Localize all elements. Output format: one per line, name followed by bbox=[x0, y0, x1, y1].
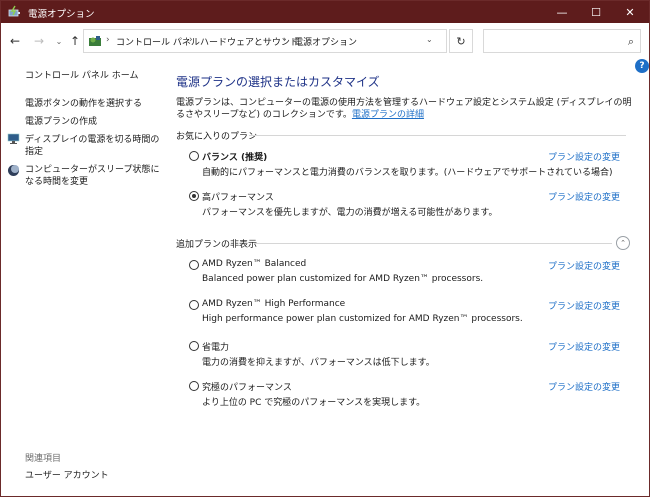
plan-description: 電力の消費を抑えますが、パフォーマンスは低下します。 bbox=[202, 358, 435, 368]
navigation-bar: ← → ⌄ ↑ › コントロール パネル › ハードウェアとサウンド › 電源オ… bbox=[1, 23, 649, 59]
sidebar-item-sleep-time[interactable]: コンピューターがスリープ状態になる時間を変更 bbox=[25, 164, 163, 188]
search-input[interactable]: ⌕ bbox=[483, 29, 641, 53]
breadcrumb-power-options[interactable]: 電源オプション bbox=[294, 35, 357, 48]
plan-description: 自動的にパフォーマンスと電力消費のバランスを取ります。(ハードウェアでサポートさ… bbox=[202, 168, 613, 178]
power-options-app-icon bbox=[8, 5, 20, 17]
left-task-pane: コントロール パネル ホーム 電源ボタンの動作を選択する 電源プランの作成 ディ… bbox=[1, 59, 166, 496]
plan-power-saver[interactable]: 省電力 電力の消費を抑えますが、パフォーマンスは低下します。 プラン設定の変更 bbox=[189, 340, 629, 374]
address-bar[interactable]: › コントロール パネル › ハードウェアとサウンド › 電源オプション ⌄ bbox=[83, 29, 447, 53]
minimize-button[interactable]: — bbox=[545, 1, 579, 23]
description: 電源プランは、コンピューターの電源の使用方法を管理するハードウェア設定とシステム… bbox=[176, 97, 636, 121]
main-content: 電源プランの選択またはカスタマイズ 電源プランは、コンピューターの電源の使用方法… bbox=[166, 59, 633, 496]
window-title: 電源オプション bbox=[28, 9, 95, 20]
minimize-icon: — bbox=[556, 5, 568, 19]
hidden-plans-divider bbox=[254, 243, 612, 244]
sidebar-item-control-panel-home[interactable]: コントロール パネル ホーム bbox=[25, 70, 138, 82]
maximize-icon: ☐ bbox=[591, 5, 601, 19]
radio-high-performance[interactable] bbox=[189, 191, 199, 201]
change-plan-link[interactable]: プラン設定の変更 bbox=[548, 380, 620, 393]
favorites-divider bbox=[249, 135, 626, 136]
up-arrow-icon: ↑ bbox=[69, 34, 81, 48]
change-plan-link[interactable]: プラン設定の変更 bbox=[548, 190, 620, 203]
plan-description: より上位の PC で究極のパフォーマンスを実現します。 bbox=[202, 398, 426, 408]
plan-amd-high-performance[interactable]: AMD Ryzen™ High Performance High perform… bbox=[189, 299, 629, 333]
breadcrumb-separator: › bbox=[106, 35, 110, 45]
related-label: 関連項目 bbox=[25, 454, 62, 464]
maximize-button[interactable]: ☐ bbox=[579, 1, 613, 23]
radio-amd-balanced[interactable] bbox=[189, 260, 199, 270]
breadcrumb-separator[interactable]: › bbox=[189, 35, 193, 45]
sidebar-item-display-off[interactable]: ディスプレイの電源を切る時間の指定 bbox=[25, 134, 163, 158]
change-plan-link[interactable]: プラン設定の変更 bbox=[548, 259, 620, 272]
radio-amd-high-performance[interactable] bbox=[189, 300, 199, 310]
collapse-chevron-icon[interactable]: ⌃ bbox=[616, 236, 630, 250]
change-plan-link[interactable]: プラン設定の変更 bbox=[548, 340, 620, 353]
refresh-icon: ↻ bbox=[456, 34, 466, 48]
radio-ultimate-performance[interactable] bbox=[189, 381, 199, 391]
page-title: 電源プランの選択またはカスタマイズ bbox=[176, 75, 380, 89]
close-icon: ✕ bbox=[625, 5, 635, 19]
address-dropdown-icon[interactable]: ⌄ bbox=[426, 35, 433, 44]
plan-amd-balanced[interactable]: AMD Ryzen™ Balanced Balanced power plan … bbox=[189, 259, 629, 293]
radio-power-saver[interactable] bbox=[189, 341, 199, 351]
sidebar-item-user-accounts[interactable]: ユーザー アカウント bbox=[25, 470, 109, 482]
hidden-plans-label: 追加プランの非表示 bbox=[176, 240, 258, 250]
radio-balanced[interactable] bbox=[189, 151, 199, 161]
forward-button[interactable]: → bbox=[31, 33, 47, 49]
plan-name: AMD Ryzen™ Balanced bbox=[202, 259, 307, 269]
plan-ultimate-performance[interactable]: 究極のパフォーマンス より上位の PC で究極のパフォーマンスを実現します。 プ… bbox=[189, 380, 629, 414]
forward-arrow-icon: → bbox=[33, 34, 45, 48]
sidebar-item-choose-power-button[interactable]: 電源ボタンの動作を選択する bbox=[25, 98, 142, 110]
search-icon: ⌕ bbox=[627, 35, 634, 48]
recent-locations-button[interactable]: ⌄ bbox=[51, 33, 67, 49]
sidebar-item-create-plan[interactable]: 電源プランの作成 bbox=[25, 116, 97, 128]
refresh-button[interactable]: ↻ bbox=[449, 29, 473, 53]
back-arrow-icon: ← bbox=[9, 34, 21, 48]
plan-details-link[interactable]: 電源プランの詳細 bbox=[352, 110, 424, 120]
back-button[interactable]: ← bbox=[7, 33, 23, 49]
plan-high-performance[interactable]: 高パフォーマンス パフォーマンスを優先しますが、電力の消費が増える可能性がありま… bbox=[189, 190, 629, 224]
change-plan-link[interactable]: プラン設定の変更 bbox=[548, 299, 620, 312]
plan-name: バランス (推奨) bbox=[202, 153, 268, 163]
close-button[interactable]: ✕ bbox=[613, 1, 647, 23]
display-power-icon bbox=[7, 133, 20, 144]
sleep-moon-icon bbox=[8, 165, 19, 176]
favorites-label: お気に入りのプラン bbox=[176, 132, 258, 142]
plan-name: 高パフォーマンス bbox=[202, 193, 274, 203]
up-button[interactable]: ↑ bbox=[67, 33, 83, 49]
plan-description: High performance power plan customized f… bbox=[202, 314, 523, 324]
help-icon[interactable]: ? bbox=[635, 59, 649, 73]
plan-name: 省電力 bbox=[202, 343, 230, 353]
breadcrumb-control-panel[interactable]: コントロール パネル bbox=[116, 35, 200, 48]
plan-name: AMD Ryzen™ High Performance bbox=[202, 299, 346, 309]
control-panel-icon bbox=[89, 36, 101, 46]
plan-description: パフォーマンスを優先しますが、電力の消費が増える可能性があります。 bbox=[202, 208, 498, 218]
breadcrumb-separator[interactable]: › bbox=[283, 35, 287, 45]
title-bar[interactable]: 電源オプション — ☐ ✕ bbox=[1, 1, 649, 23]
chevron-down-icon: ⌄ bbox=[55, 36, 63, 46]
plan-balanced[interactable]: バランス (推奨) 自動的にパフォーマンスと電力消費のバランスを取ります。(ハー… bbox=[189, 150, 629, 184]
power-options-window: 電源オプション — ☐ ✕ ← → ⌄ ↑ › コントロール パネル › ハード… bbox=[0, 0, 650, 497]
plan-description: Balanced power plan customized for AMD R… bbox=[202, 274, 484, 284]
change-plan-link[interactable]: プラン設定の変更 bbox=[548, 150, 620, 163]
plan-name: 究極のパフォーマンス bbox=[202, 383, 292, 393]
